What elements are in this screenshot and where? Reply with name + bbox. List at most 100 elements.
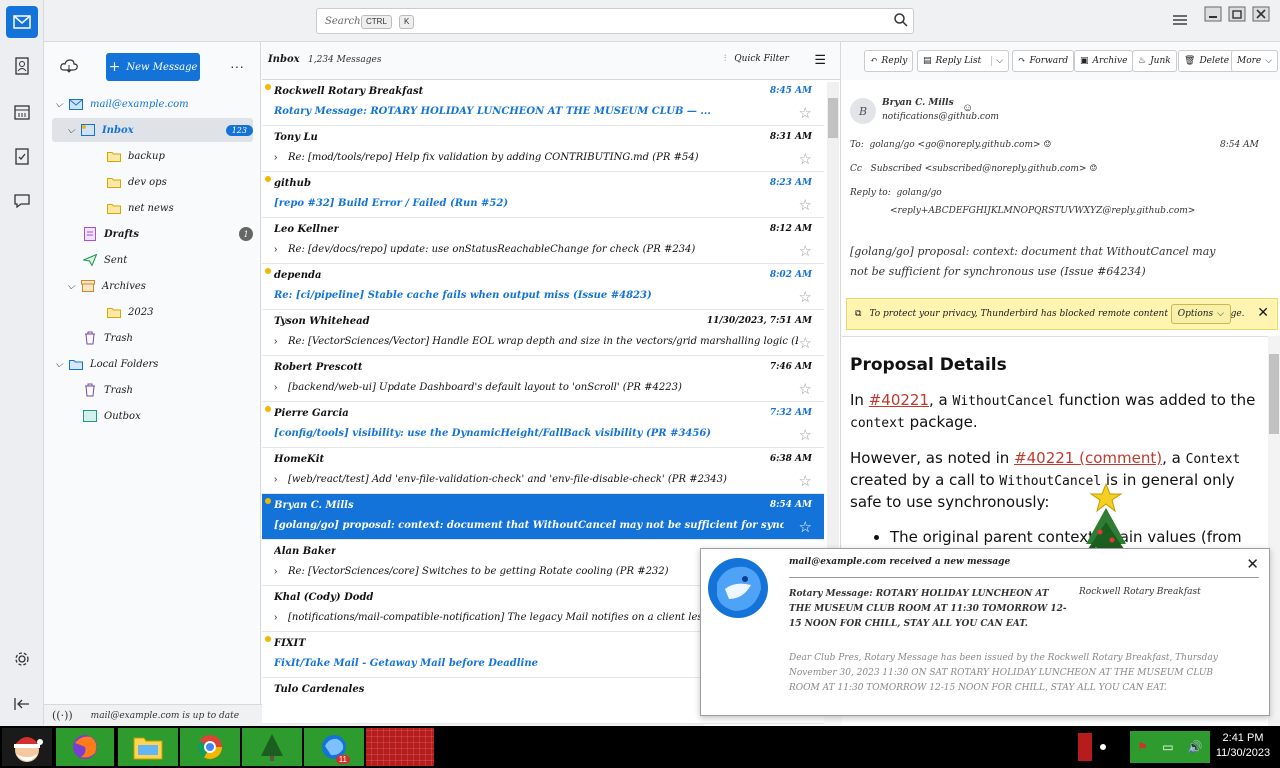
star-icon[interactable]: ☆ <box>799 380 812 398</box>
start-button-santa-icon[interactable] <box>2 728 52 766</box>
system-clock[interactable]: 2:41 PM 11/30/2023 <box>1212 731 1274 761</box>
collapse-sidebar-icon[interactable] <box>6 688 38 720</box>
reply-to-value[interactable]: golang/go <box>897 188 942 198</box>
thread-chevron-icon[interactable]: › <box>274 566 277 577</box>
to-value[interactable]: golang/go <go@noreply.github.com> <box>870 140 1041 150</box>
star-icon[interactable]: ☆ <box>799 150 812 168</box>
thread-chevron-icon[interactable]: › <box>274 382 277 393</box>
contact-icon[interactable]: ☺ <box>962 102 973 114</box>
issue-link[interactable]: #40221 <box>869 391 929 409</box>
more-button[interactable]: More ⌵ <box>1231 50 1279 72</box>
tasks-icon[interactable] <box>6 140 38 172</box>
taskbar-file-explorer-icon[interactable] <box>118 728 178 766</box>
search-icon[interactable] <box>893 12 909 31</box>
star-icon[interactable]: ☆ <box>799 426 812 444</box>
folder-outbox[interactable]: Outbox <box>52 404 253 428</box>
message-row[interactable]: github 8:23 AM [repo #32] Build Error / Fa… <box>262 172 824 218</box>
new-mail-notification[interactable]: mail@example.com received a new message … <box>700 548 1270 716</box>
list-display-options-icon[interactable]: ☰ <box>814 52 826 68</box>
message-row[interactable]: HomeKit 6:38 AM › [web/react/test] Add 'env… <box>262 448 824 494</box>
tray-volume-icon[interactable]: 🔊 <box>1188 740 1203 754</box>
folder-archives-year[interactable]: 2023 <box>52 300 253 324</box>
folder-local-folders[interactable]: ⌵ Local Folders <box>52 352 253 376</box>
message-row[interactable]: Rockwell Rotary Breakfast 8:45 AM Rotary M… <box>262 80 824 126</box>
quick-filter-button[interactable]: ⫶ Quick Filter <box>724 54 789 64</box>
scrollbar-thumb[interactable] <box>1269 354 1279 434</box>
chevron-down-icon[interactable]: ⌵ <box>64 125 78 136</box>
mail-space-icon[interactable] <box>6 6 38 38</box>
message-sender: Tony Lu <box>274 132 318 143</box>
folder-pane-menu-icon[interactable]: ··· <box>230 58 244 74</box>
message-date: 6:38 AM <box>769 454 812 464</box>
message-date: 7:32 AM <box>769 408 812 418</box>
taskbar-chrome-icon[interactable] <box>180 728 240 766</box>
folder-archives[interactable]: ⌵ Archives <box>52 274 253 298</box>
maximize-icon[interactable] <box>1226 4 1248 24</box>
new-message-button[interactable]: + New Message <box>106 53 200 81</box>
thread-chevron-icon[interactable]: › <box>274 474 277 485</box>
chevron-down-icon[interactable]: ⌵ <box>52 359 66 370</box>
star-icon[interactable]: ☆ <box>799 196 812 214</box>
chat-icon[interactable] <box>6 185 38 217</box>
reply-to-address[interactable]: <reply+ABCDEFGHIJKLMNOPQRSTUVWXYZ@reply.… <box>890 204 1272 218</box>
star-icon[interactable]: ☆ <box>799 242 812 260</box>
message-row[interactable]: Tyson Whitehead 11/30/2023, 7:51 AM › Re: [… <box>262 310 824 356</box>
tray-flag-icon[interactable]: ⚑ <box>1137 740 1148 754</box>
star-icon[interactable]: ☆ <box>799 472 812 490</box>
archive-button[interactable]: ▣ Archive <box>1074 50 1134 72</box>
global-search-box[interactable]: Search... CTRL K <box>316 8 914 34</box>
tray-network-icon[interactable]: ▭ <box>1162 740 1173 754</box>
star-icon[interactable]: ☆ <box>799 104 812 122</box>
taskbar-thunderbird-icon[interactable]: 11 <box>304 728 364 766</box>
thread-chevron-icon[interactable]: › <box>274 612 277 623</box>
message-sender: github <box>274 178 311 189</box>
thread-chevron-icon[interactable]: › <box>274 336 277 347</box>
folder-local-trash[interactable]: Trash <box>52 378 253 402</box>
chevron-down-icon[interactable]: ⌵ <box>52 99 66 110</box>
folder-sent[interactable]: Sent <box>52 248 253 272</box>
star-icon[interactable]: ☆ <box>799 518 812 536</box>
options-button[interactable]: Options ⌵ <box>1170 304 1231 324</box>
close-window-icon[interactable] <box>1250 4 1272 24</box>
app-menu-hamburger-icon[interactable] <box>1169 10 1191 30</box>
reply-list-button[interactable]: ▤ Reply List ⌵ <box>917 50 1010 72</box>
close-notice-icon[interactable]: ✕ <box>1257 305 1269 321</box>
star-icon[interactable]: ☆ <box>799 334 812 352</box>
scrollbar-thumb[interactable] <box>828 98 838 138</box>
message-row[interactable]: dependa 8:02 AM Re: [ci/pipeline] Stable c… <box>262 264 824 310</box>
delete-button[interactable]: 🗑 Delete <box>1178 50 1236 72</box>
message-row[interactable]: Pierre Garcia 7:32 AM [config/tools] visib… <box>262 402 824 448</box>
folder-inbox[interactable]: ⌵ Inbox 123 <box>52 118 253 142</box>
folder-backup[interactable]: backup <box>52 144 253 168</box>
forward-button[interactable]: ↷ Forward <box>1012 50 1075 72</box>
online-status-icon[interactable]: ((·)) <box>52 709 73 722</box>
reply-button[interactable]: ↶ Reply <box>864 50 914 72</box>
calendar-icon[interactable] <box>6 96 38 128</box>
chevron-down-icon[interactable]: ⌵ <box>64 281 78 292</box>
tray-show-desktop-icon[interactable] <box>1078 733 1092 761</box>
thread-chevron-icon[interactable]: › <box>274 244 277 255</box>
folder-devops[interactable]: dev ops <box>52 170 253 194</box>
message-row[interactable]: Tony Lu 8:31 AM › Re: [mod/tools/repo] Help… <box>262 126 824 172</box>
settings-gear-icon[interactable] <box>6 643 38 675</box>
star-icon[interactable]: ☆ <box>799 288 812 306</box>
thread-chevron-icon[interactable]: › <box>274 152 277 163</box>
address-book-icon[interactable] <box>6 50 38 82</box>
folder-trash[interactable]: Trash <box>52 326 253 350</box>
message-header-toolbar: ↶ Reply ▤ Reply List ⌵ ↷ Forward ▣ Archive ♨ J… <box>842 42 1280 80</box>
cc-value[interactable]: Subscribed <subscribed@noreply.github.co… <box>871 164 1087 174</box>
message-row[interactable]: Bryan C. Mills 8:54 AM [golang/go] proposa… <box>262 494 824 540</box>
folder-netnews[interactable]: net news <box>52 196 253 220</box>
minimize-icon[interactable] <box>1202 4 1224 24</box>
taskbar-xmas-app-icon[interactable] <box>242 728 302 766</box>
message-row[interactable]: Leo Kellner 8:12 AM › Re: [dev/docs/repo] u… <box>262 218 824 264</box>
close-notification-icon[interactable]: ✕ <box>1246 555 1259 573</box>
junk-button[interactable]: ♨ Junk <box>1132 50 1177 72</box>
taskbar-firefox-icon[interactable] <box>56 728 114 766</box>
folder-account[interactable]: ⌵ mail@example.com <box>52 92 253 116</box>
message-row[interactable]: Robert Prescott 7:46 AM › [backend/web-ui] … <box>262 356 824 402</box>
folder-drafts[interactable]: Drafts 1 <box>52 222 253 246</box>
comment-link[interactable]: #40221 (comment) <box>1014 449 1162 467</box>
get-messages-cloud-icon[interactable] <box>60 59 78 76</box>
chevron-down-icon[interactable]: ⌵ <box>991 56 1003 66</box>
